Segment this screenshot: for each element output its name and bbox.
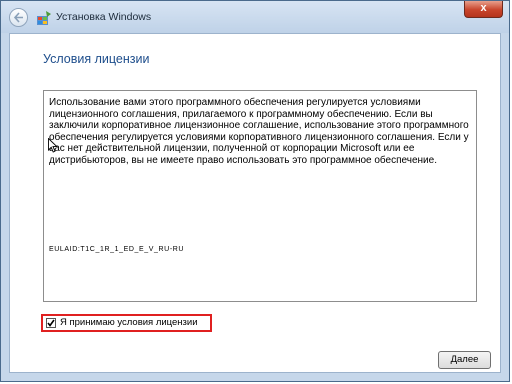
license-text: Использование вами этого программного об… [49, 97, 469, 166]
setup-window: Установка Windows x Условия лицензии Исп… [0, 0, 510, 382]
back-arrow-icon [13, 12, 23, 23]
title-bar: Установка Windows x [1, 1, 509, 33]
mouse-cursor-icon [48, 138, 58, 153]
windows-setup-icon [37, 11, 51, 25]
close-button[interactable]: x [464, 1, 503, 18]
accept-license-checkbox[interactable] [46, 318, 56, 328]
eula-id: EULAID:T1C_1R_1_ED_E_V_RU-RU [49, 246, 185, 253]
next-button[interactable]: Далее [438, 351, 491, 369]
close-icon: x [480, 2, 487, 14]
page-heading: Условия лицензии [43, 52, 150, 66]
accept-license-highlight: Я принимаю условия лицензии [41, 314, 212, 332]
checkmark-icon [47, 319, 55, 327]
license-text-box[interactable]: Использование вами этого программного об… [43, 90, 477, 302]
content-panel: Условия лицензии Использование вами этог… [9, 33, 501, 373]
accept-license-label[interactable]: Я принимаю условия лицензии [60, 317, 198, 328]
window-title: Установка Windows [56, 11, 152, 23]
back-button[interactable] [9, 8, 28, 27]
